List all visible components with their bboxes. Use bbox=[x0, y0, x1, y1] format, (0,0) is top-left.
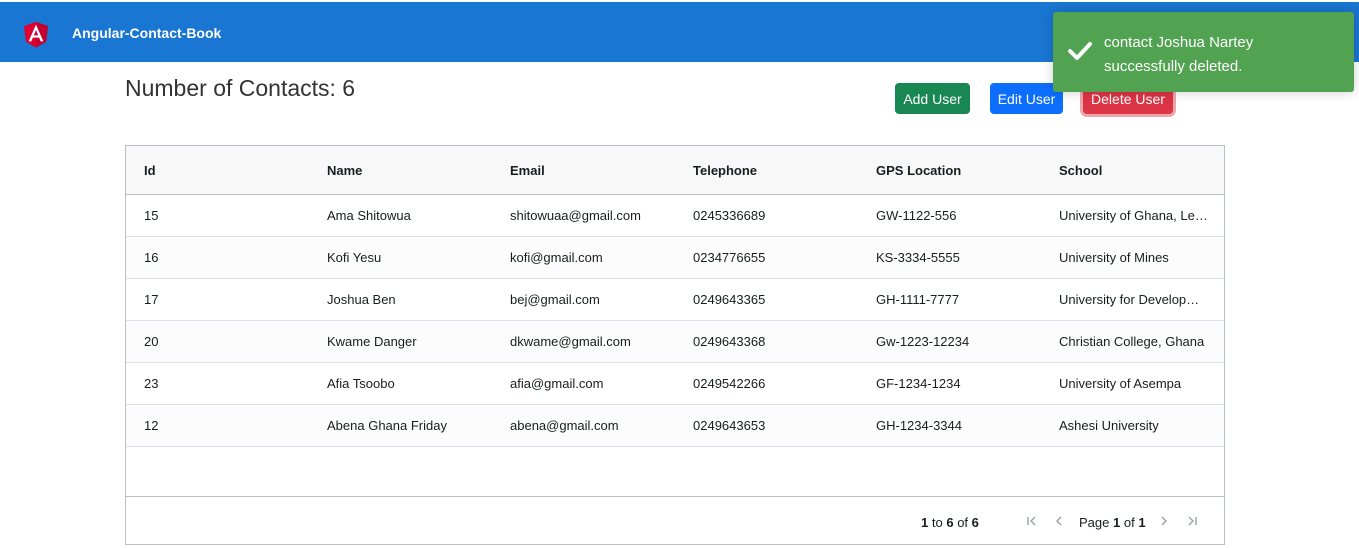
cell-school: Ashesi University bbox=[1059, 418, 1159, 433]
total-pages: 1 bbox=[1138, 515, 1146, 530]
table-row[interactable]: 15 Ama Shitowua shitowuaa@gmail.com 0245… bbox=[126, 195, 1224, 237]
cell-name: Ama Shitowua bbox=[327, 208, 411, 223]
cell-gps-location: KS-3334-5555 bbox=[876, 250, 960, 265]
cell-id: 17 bbox=[144, 292, 159, 307]
table-header: Id Name Email Telephone GPS Location Sch… bbox=[126, 146, 1224, 195]
paging-of-word: of bbox=[957, 515, 969, 530]
cell-telephone: 0249643653 bbox=[693, 418, 766, 433]
table-row[interactable]: 23 Afia Tsoobo afia@gmail.com 0249542266… bbox=[126, 363, 1224, 405]
cell-school: University for Development Studies bbox=[1059, 292, 1209, 307]
cell-email: kofi@gmail.com bbox=[510, 250, 603, 265]
table-row[interactable]: 17 Joshua Ben bej@gmail.com 0249643365 G… bbox=[126, 279, 1224, 321]
toast-message: contact Joshua Nartey successfully delet… bbox=[1104, 34, 1254, 75]
pagination-bar: 1 to 6 of 6 Page 1 of 1 bbox=[126, 496, 1224, 544]
cell-id: 23 bbox=[144, 376, 159, 391]
paging-to: 6 bbox=[946, 515, 954, 530]
cell-name: Kofi Yesu bbox=[327, 250, 382, 265]
cell-name: Kwame Danger bbox=[327, 334, 417, 349]
cell-id: 20 bbox=[144, 334, 159, 349]
table-row[interactable]: 16 Kofi Yesu kofi@gmail.com 0234776655 K… bbox=[126, 237, 1224, 279]
contacts-table: Id Name Email Telephone GPS Location Sch… bbox=[125, 145, 1225, 545]
table-row[interactable]: 12 Abena Ghana Friday abena@gmail.com 02… bbox=[126, 405, 1224, 447]
cell-id: 16 bbox=[144, 250, 159, 265]
cell-email: afia@gmail.com bbox=[510, 376, 604, 391]
add-user-button[interactable]: Add User bbox=[895, 83, 970, 114]
success-toast[interactable]: contact Joshua Nartey successfully delet… bbox=[1053, 12, 1354, 92]
cell-school: University of Mines bbox=[1059, 250, 1169, 265]
paging-to-word: to bbox=[931, 515, 943, 530]
column-header-gps-location[interactable]: GPS Location bbox=[876, 163, 1036, 178]
cell-email: dkwame@gmail.com bbox=[510, 334, 631, 349]
paging-from: 1 bbox=[921, 515, 929, 530]
cell-school: University of Ghana, Legon bbox=[1059, 208, 1209, 223]
cell-telephone: 0249542266 bbox=[693, 376, 766, 391]
cell-name: Afia Tsoobo bbox=[327, 376, 395, 391]
column-header-telephone[interactable]: Telephone bbox=[693, 163, 853, 178]
column-header-school[interactable]: School bbox=[1059, 163, 1209, 178]
paging-row-summary: 1 to 6 of 6 bbox=[921, 515, 979, 530]
page-word: Page bbox=[1079, 515, 1110, 530]
cell-gps-location: GW-1122-556 bbox=[876, 208, 957, 223]
cell-gps-location: Gw-1223-12234 bbox=[876, 334, 970, 349]
current-page: 1 bbox=[1113, 515, 1121, 530]
page-of-word: of bbox=[1123, 515, 1135, 530]
cell-gps-location: GH-1111-7777 bbox=[876, 292, 960, 307]
first-page-icon[interactable] bbox=[1025, 514, 1039, 528]
page-indicator: Page 1 of 1 bbox=[1079, 515, 1146, 530]
angular-logo-icon bbox=[24, 21, 48, 48]
column-header-name[interactable]: Name bbox=[327, 163, 487, 178]
previous-page-icon[interactable] bbox=[1052, 514, 1066, 528]
app-title[interactable]: Angular-Contact-Book bbox=[72, 25, 221, 41]
cell-telephone: 0234776655 bbox=[693, 250, 766, 265]
cell-school: Christian College, Ghana bbox=[1059, 334, 1205, 349]
cell-id: 15 bbox=[144, 208, 159, 223]
cell-telephone: 0249643368 bbox=[693, 334, 766, 349]
cell-school: University of Asempa bbox=[1059, 376, 1182, 391]
cell-gps-location: GH-1234-3344 bbox=[876, 418, 962, 433]
table-row[interactable]: 20 Kwame Danger dkwame@gmail.com 0249643… bbox=[126, 321, 1224, 363]
column-header-email[interactable]: Email bbox=[510, 163, 670, 178]
last-page-icon[interactable] bbox=[1185, 514, 1199, 528]
cell-email: shitowuaa@gmail.com bbox=[510, 208, 641, 223]
cell-name: Abena Ghana Friday bbox=[327, 418, 447, 433]
page-title: Number of Contacts: 6 bbox=[125, 75, 356, 101]
checkmark-icon bbox=[1068, 42, 1092, 60]
cell-email: abena@gmail.com bbox=[510, 418, 619, 433]
cell-gps-location: GF-1234-1234 bbox=[876, 376, 961, 391]
paging-total: 6 bbox=[971, 515, 979, 530]
cell-telephone: 0249643365 bbox=[693, 292, 766, 307]
column-header-id[interactable]: Id bbox=[144, 163, 304, 178]
next-page-icon[interactable] bbox=[1157, 514, 1171, 528]
cell-id: 12 bbox=[144, 418, 159, 433]
cell-email: bej@gmail.com bbox=[510, 292, 600, 307]
cell-telephone: 0245336689 bbox=[693, 208, 766, 223]
cell-name: Joshua Ben bbox=[327, 292, 396, 307]
